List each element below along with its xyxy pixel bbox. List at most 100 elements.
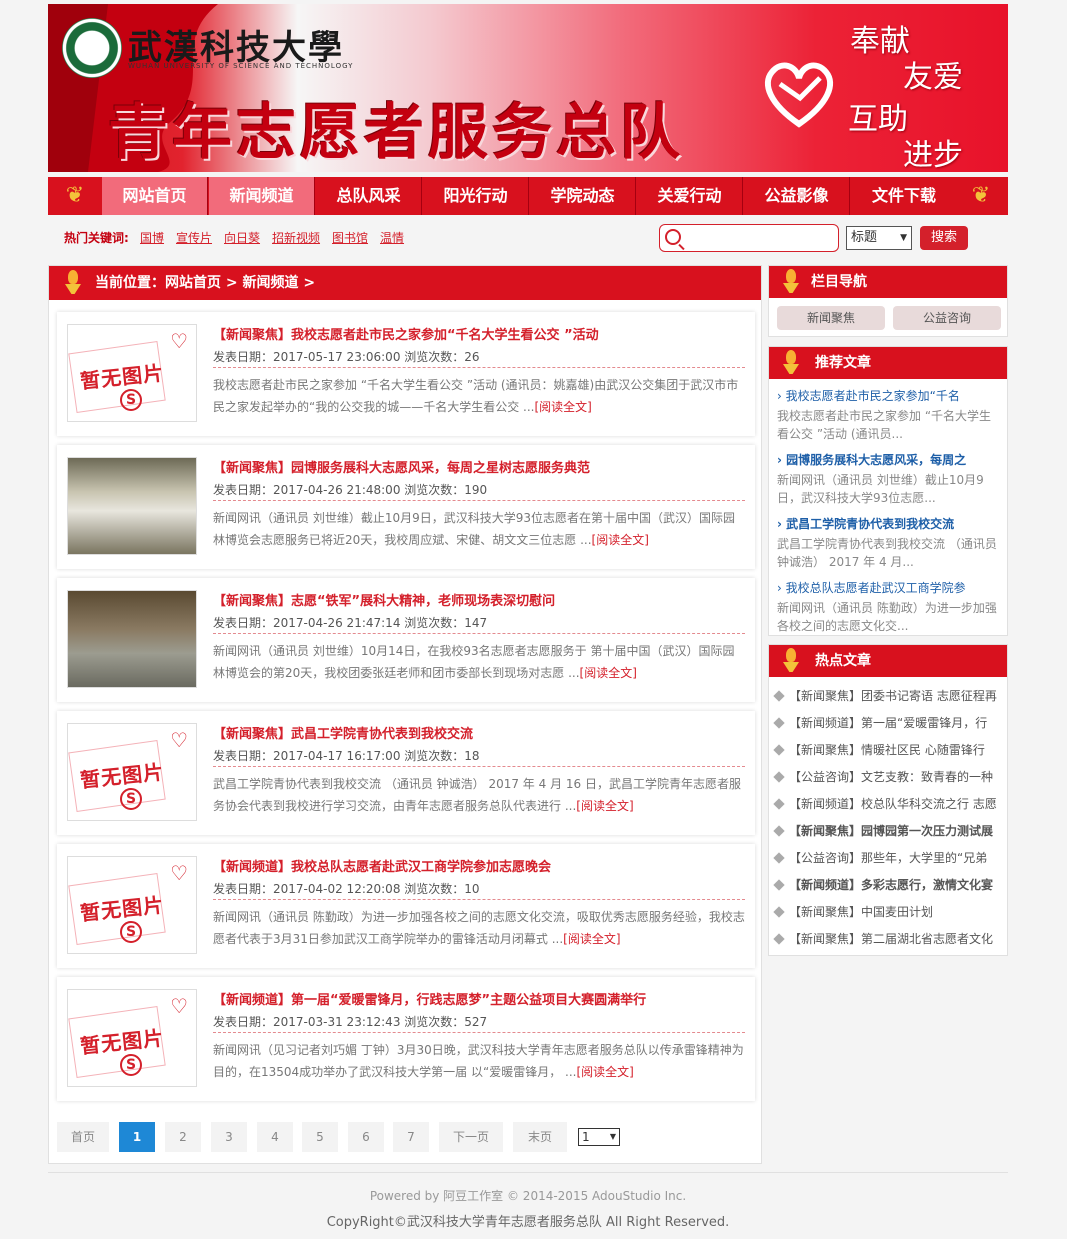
keyword-link[interactable]: 招新视频 — [272, 229, 320, 246]
pager-page[interactable]: 5 — [302, 1122, 338, 1152]
article-thumbnail[interactable]: ♡ 暂无图片 S — [67, 324, 197, 422]
nav-images[interactable]: 公益影像 — [744, 177, 850, 215]
article-thumbnail[interactable] — [67, 457, 197, 555]
article-summary: 武昌工学院青协代表到我校交流 （通讯员 钟诚浩） 2017 年 4 月 16 日… — [213, 777, 741, 813]
recommended-article-link[interactable]: › 武昌工学院青协代表到我校交流 — [777, 515, 954, 532]
heart-icon: ♡ — [170, 329, 188, 353]
article-item: ♡ 暂无图片 S 【新闻频道】我校总队志愿者赴武汉工商学院参加志愿晚会 发表日期：2… — [57, 844, 755, 968]
hot-article-link[interactable]: 【新闻频道】第一届“爱暖雷锋月，行 — [773, 714, 987, 731]
footer-powered-by: Powered by 阿豆工作室 © 2014-2015 AdouStudio … — [369, 1189, 687, 1203]
read-more-link[interactable]: [阅读全文] — [576, 799, 633, 813]
nav-news[interactable]: 新闻频道 — [209, 177, 315, 215]
read-more-link[interactable]: [阅读全文] — [592, 533, 649, 547]
pager-page[interactable]: 3 — [211, 1122, 247, 1152]
read-more-link[interactable]: [阅读全文] — [563, 932, 620, 946]
nav-downloads[interactable]: 文件下载 — [851, 177, 957, 215]
right-wing-icon: ❦ — [971, 183, 991, 208]
school-name-en: WUHAN UNIVERSITY OF SCIENCE AND TECHNOLO… — [128, 62, 354, 70]
search-input[interactable] — [659, 224, 839, 252]
pager-first[interactable]: 首页 — [57, 1122, 109, 1152]
article-title[interactable]: 【新闻聚焦】园博服务展科大志愿风采，每周之星树志愿服务典范 — [213, 457, 590, 476]
hot-article-link[interactable]: 【新闻频道】多彩志愿行，激情文化宴 — [773, 876, 993, 893]
article-item: ♡ 暂无图片 S 【新闻聚焦】我校志愿者赴市民之家参加“千名大学生看公交 ”活动 发… — [57, 312, 755, 436]
torch-icon — [779, 267, 803, 297]
article-summary: 新闻网讯（通讯员 刘世维）截止10月9日，武汉科技大学93位志愿者在第十届中国（… — [213, 511, 735, 547]
search-button[interactable]: 搜索 — [920, 226, 968, 250]
article-title[interactable]: 【新闻频道】第一届“爱暖雷锋月，行践志愿梦”主题公益项目大赛圆满举行 — [213, 989, 646, 1008]
article-photo — [68, 458, 196, 554]
article-title[interactable]: 【新闻聚焦】志愿“铁军”展科大精神，老师现场表深切慰问 — [213, 590, 555, 609]
nav-home[interactable]: 网站首页 — [102, 177, 208, 215]
recommended-article-link[interactable]: › 园博服务展科大志愿风采，每周之 — [777, 451, 966, 468]
recommended-article-link[interactable]: › 我校志愿者赴市民之家参加“千名 — [777, 387, 960, 404]
article-meta: 发表日期：2017-03-31 23:12:43 浏览次数：527 — [213, 1015, 488, 1029]
keyword-link[interactable]: 宣传片 — [176, 229, 212, 246]
pager-page[interactable]: 4 — [257, 1122, 293, 1152]
hot-article-link[interactable]: 【新闻聚焦】团委书记寄语 志愿征程再 — [773, 687, 997, 704]
hot-article-link[interactable]: 【公益咨询】文艺支教：致青春的一种 — [773, 768, 993, 785]
category-button[interactable]: 公益咨询 — [893, 306, 1001, 330]
torch-icon — [779, 646, 803, 676]
keyword-link[interactable]: 温情 — [380, 229, 404, 246]
main-nav: ❦ 网站首页 新闻频道 总队风采 阳光行动 学院动态 关爱行动 公益影像 文件下… — [48, 177, 1008, 215]
keyword-link[interactable]: 国博 — [140, 229, 164, 246]
hot-article-link[interactable]: 【公益咨询】那些年，大学里的“兄弟 — [773, 849, 987, 866]
bullet-icon — [773, 879, 785, 891]
hot-article-link[interactable]: 【新闻聚焦】第二届湖北省志愿者文化 — [773, 930, 993, 947]
hot-article-link[interactable]: 【新闻聚焦】中国麦田计划 — [773, 903, 933, 920]
read-more-link[interactable]: [阅读全文] — [534, 400, 591, 414]
breadcrumb: 当前位置：网站首页 > 新闻频道 > — [95, 275, 316, 291]
pager-last[interactable]: 末页 — [513, 1122, 567, 1152]
nav-sunshine[interactable]: 阳光行动 — [423, 177, 529, 215]
divider — [213, 1032, 745, 1033]
category-nav-panel: 栏目导航 新闻聚焦 公益咨询 — [768, 265, 1008, 337]
read-more-link[interactable]: [阅读全文] — [576, 1065, 633, 1079]
article-thumbnail[interactable] — [67, 590, 197, 688]
bullet-icon — [773, 906, 785, 918]
no-image-placeholder: ♡ 暂无图片 S — [68, 325, 196, 421]
no-image-placeholder: ♡ 暂无图片 S — [68, 990, 196, 1086]
pager-page[interactable]: 6 — [348, 1122, 384, 1152]
article-title[interactable]: 【新闻频道】我校总队志愿者赴武汉工商学院参加志愿晚会 — [213, 856, 551, 875]
footer-copyright: CopyRight©武汉科技大学青年志愿者服务总队 All Right Rese… — [326, 1215, 730, 1230]
bullet-icon — [773, 744, 785, 756]
article-item: 【新闻聚焦】志愿“铁军”展科大精神，老师现场表深切慰问 发表日期：2017-04… — [57, 578, 755, 702]
category-button[interactable]: 新闻聚焦 — [777, 306, 885, 330]
article-thumbnail[interactable]: ♡ 暂无图片 S — [67, 989, 197, 1087]
pager-page[interactable]: 1 — [119, 1122, 155, 1152]
nav-care[interactable]: 关爱行动 — [637, 177, 743, 215]
breadcrumb-bar: 当前位置：网站首页 > 新闻频道 > — [49, 266, 761, 300]
left-wing-icon: ❦ — [65, 183, 85, 208]
category-nav-header: 栏目导航 — [769, 266, 1007, 298]
article-title[interactable]: 【新闻聚焦】武昌工学院青协代表到我校交流 — [213, 723, 473, 742]
pager-page[interactable]: 7 — [393, 1122, 429, 1152]
article-meta: 发表日期：2017-04-02 12:20:08 浏览次数：10 — [213, 882, 480, 896]
bullet-icon — [773, 771, 785, 783]
page-select[interactable]: 1 — [578, 1128, 620, 1146]
keyword-link[interactable]: 图书馆 — [332, 229, 368, 246]
bullet-icon — [773, 798, 785, 810]
nav-team[interactable]: 总队风采 — [316, 177, 422, 215]
banner-title: 青年志愿者服务总队 — [108, 98, 684, 168]
bullet-icon — [773, 717, 785, 729]
recommended-article-link[interactable]: › 我校总队志愿者赴武汉工商学院参 — [777, 579, 966, 596]
hot-articles-header: 热点文章 — [769, 645, 1007, 677]
hot-article-link[interactable]: 【新闻频道】校总队华科交流之行 志愿 — [773, 795, 997, 812]
site-banner: 武漢科技大學 WUHAN UNIVERSITY OF SCIENCE AND T… — [48, 4, 1008, 172]
divider — [213, 899, 745, 900]
nav-college[interactable]: 学院动态 — [530, 177, 636, 215]
article-title[interactable]: 【新闻聚焦】我校志愿者赴市民之家参加“千名大学生看公交 ”活动 — [213, 324, 599, 343]
recommended-article-summary: 新闻网讯（通讯员 刘世维）截止10月9日，武汉科技大学93位志愿... — [777, 473, 984, 505]
article-item: ♡ 暂无图片 S 【新闻频道】第一届“爱暖雷锋月，行践志愿梦”主题公益项目大赛圆满举… — [57, 977, 755, 1101]
hot-article-link[interactable]: 【新闻聚焦】情暖社区民 心随雷锋行 — [773, 741, 985, 758]
hot-article-link[interactable]: 【新闻聚焦】园博园第一次压力测试展 — [773, 822, 993, 839]
search-type-select[interactable]: 标题 — [846, 226, 912, 250]
article-thumbnail[interactable]: ♡ 暂无图片 S — [67, 856, 197, 954]
article-thumbnail[interactable]: ♡ 暂无图片 S — [67, 723, 197, 821]
read-more-link[interactable]: [阅读全文] — [580, 666, 637, 680]
slogan-2: 友爱 — [903, 60, 963, 95]
volunteer-heart-icon — [765, 62, 833, 128]
pager-page[interactable]: 2 — [165, 1122, 201, 1152]
keyword-link[interactable]: 向日葵 — [224, 229, 260, 246]
pager-next[interactable]: 下一页 — [439, 1122, 503, 1152]
